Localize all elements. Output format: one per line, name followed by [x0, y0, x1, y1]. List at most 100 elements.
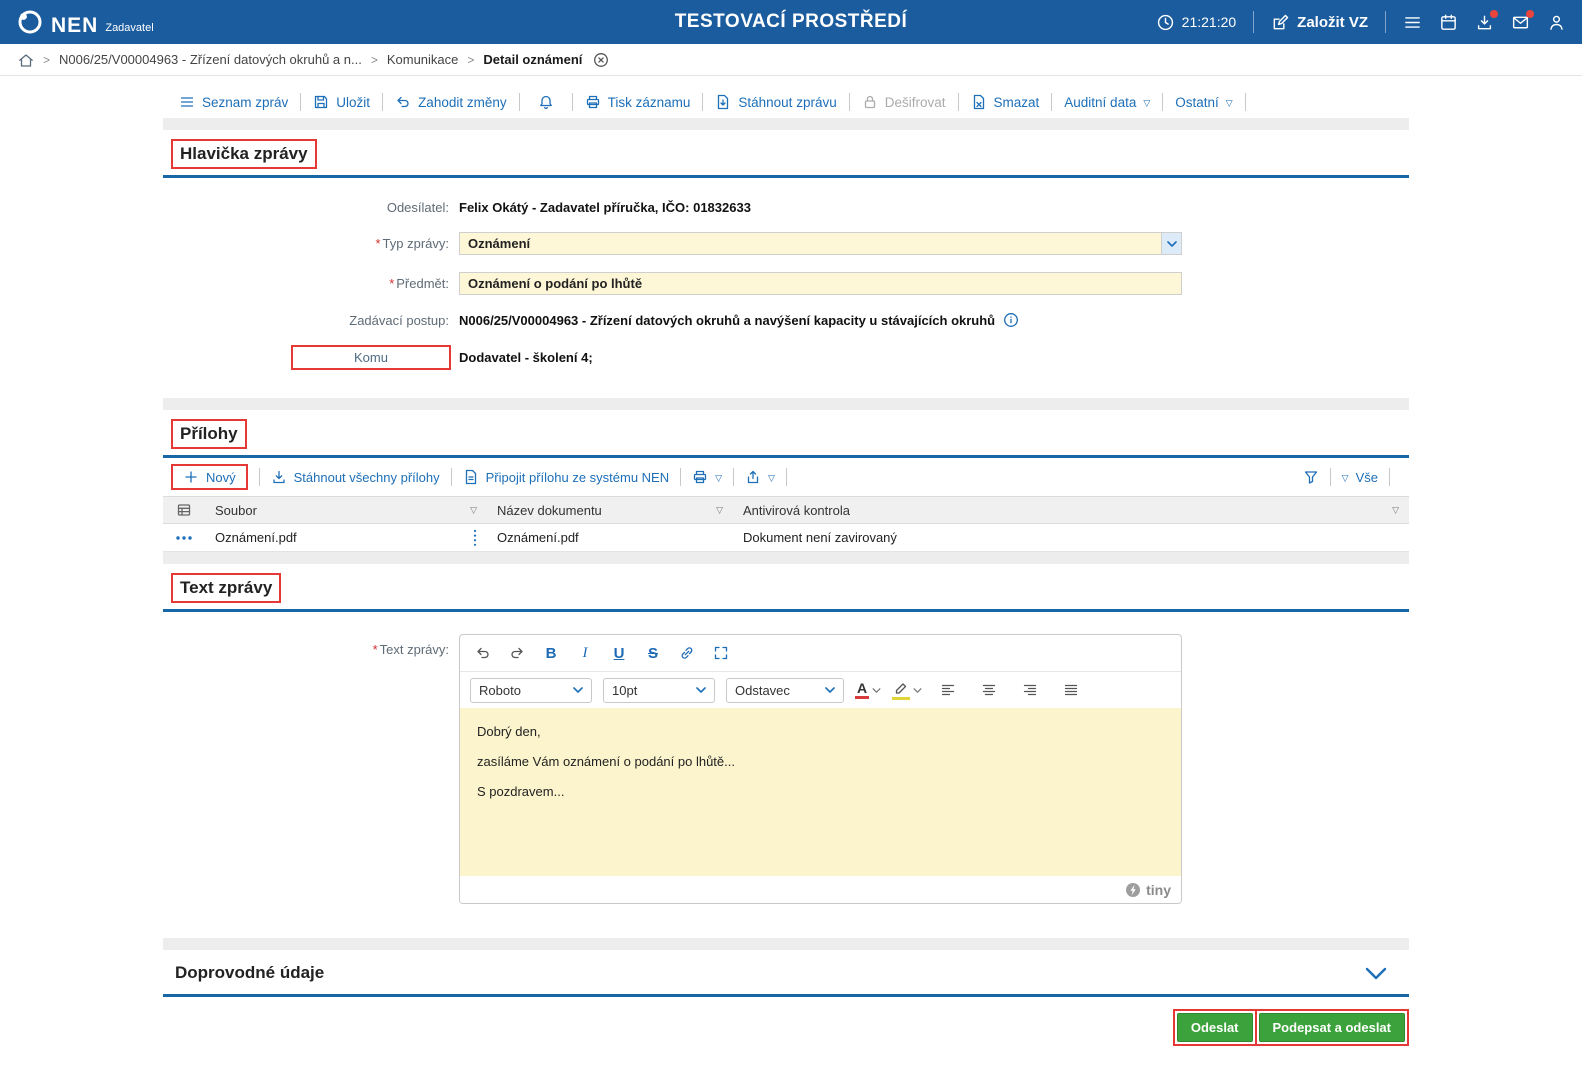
clock-icon: [1156, 13, 1175, 32]
toolbar-zahodit-zmeny-button[interactable]: Zahodit změny: [383, 94, 519, 110]
toolbar-notifications-button[interactable]: [520, 94, 572, 110]
print-attachments-button[interactable]: ▽: [692, 469, 722, 485]
required-mark: *: [372, 642, 378, 657]
breadcrumb-separator: >: [43, 52, 51, 67]
toolbar-seznam-zprav-button[interactable]: Seznam zpráv: [167, 94, 300, 110]
chevron-down-icon: ▽: [1225, 97, 1233, 108]
nen-logo-icon: [16, 8, 44, 36]
message-line: S pozdravem...: [477, 784, 565, 799]
column-settings-button[interactable]: [163, 496, 205, 524]
chevron-down-icon: ▽: [715, 472, 723, 483]
column-antivirova-kontrola[interactable]: Antivirová kontrola ▽: [733, 496, 1409, 524]
brand-subtitle: Zadavatel: [105, 22, 154, 35]
font-family-select[interactable]: Roboto: [470, 677, 592, 703]
plus-icon: [183, 469, 199, 485]
drag-handle-icon[interactable]: [473, 529, 477, 547]
padlock-icon: [862, 94, 878, 110]
breadcrumb-item-komunikace[interactable]: Komunikace: [387, 52, 459, 67]
typ-zpravy-select[interactable]: Oznámení: [459, 232, 1182, 255]
file-name: Oznámení.pdf: [215, 530, 297, 545]
annotation-box-podepsat: Podepsat a odeslat: [1254, 1009, 1409, 1046]
undo-button[interactable]: [468, 639, 498, 667]
downloads-button[interactable]: [1475, 9, 1498, 32]
bold-button[interactable]: B: [536, 639, 566, 667]
info-icon[interactable]: [1003, 312, 1019, 328]
export-attachments-button[interactable]: ▽: [745, 469, 775, 485]
home-icon: [18, 52, 34, 68]
section-prilohy: Přílohy Nový Stáhnout všechny přílohy Př…: [163, 410, 1409, 552]
podepsat-a-odeslat-button[interactable]: Podepsat a odeslat: [1258, 1013, 1405, 1042]
toolbar-stahnout-zpravu-button[interactable]: Stáhnout zprávu: [703, 94, 848, 110]
toolbar-smazat-button[interactable]: Smazat: [959, 94, 1052, 110]
attachments-toolbar: Nový Stáhnout všechny přílohy Připojit p…: [163, 458, 1409, 496]
profile-button[interactable]: [1547, 13, 1566, 32]
novy-button[interactable]: Nový: [171, 464, 248, 490]
printer-icon: [692, 469, 708, 485]
toolbar-tisk-zaznamu-button[interactable]: Tisk záznamu: [573, 94, 703, 110]
vse-filter-button[interactable]: ▽ Vše: [1342, 470, 1378, 485]
filter-chevron-icon[interactable]: ▽: [1392, 505, 1399, 516]
odeslat-button[interactable]: Odeslat: [1176, 1013, 1253, 1042]
chevron-down-icon: ▽: [1341, 472, 1349, 483]
hamburger-icon: [1403, 13, 1422, 32]
section-title-text-zpravy: Text zprávy: [180, 578, 273, 597]
predmet-label: * Předmět:: [389, 276, 449, 291]
align-left-button[interactable]: [933, 676, 963, 704]
predmet-input[interactable]: Oznámení o podání po lhůtě: [459, 272, 1182, 295]
font-size-select[interactable]: 10pt: [603, 677, 715, 703]
link-button[interactable]: [672, 639, 702, 667]
italic-button[interactable]: I: [570, 639, 600, 667]
brand: NEN Zadavatel: [16, 8, 154, 36]
strikethrough-button[interactable]: S: [638, 639, 668, 667]
stahnout-prilohy-button[interactable]: Stáhnout všechny přílohy: [271, 469, 440, 485]
redo-button[interactable]: [502, 639, 532, 667]
close-tab-button[interactable]: [593, 52, 609, 68]
top-bar: NEN Zadavatel TESTOVACÍ PROSTŘEDÍ 21:21:…: [0, 0, 1582, 44]
align-justify-button[interactable]: [1056, 676, 1086, 704]
row-menu-button[interactable]: [163, 523, 205, 552]
paragraph-select[interactable]: Odstavec: [726, 677, 844, 703]
message-line: Dobrý den,: [477, 724, 541, 739]
fullscreen-button[interactable]: [706, 639, 736, 667]
komu-button[interactable]: Komu: [291, 345, 451, 370]
message-text-area[interactable]: Dobrý den, zasíláme Vám oznámení o podán…: [460, 708, 1181, 876]
home-button[interactable]: [18, 52, 34, 68]
annotation-box-odeslat: Odeslat: [1172, 1009, 1257, 1046]
odesilatel-label: Odesílatel:: [386, 200, 449, 215]
filter-button[interactable]: [1303, 469, 1319, 485]
required-mark: *: [375, 236, 381, 251]
table-header-row: Soubor ▽ Název dokumentu ▽ Antivirová kont…: [163, 496, 1409, 524]
person-icon: [1547, 13, 1566, 32]
column-soubor[interactable]: Soubor ▽: [205, 496, 487, 524]
rich-text-editor: B I U S Roboto 10pt Odstavec A Dobrý den…: [459, 634, 1182, 904]
calendar-button[interactable]: [1439, 13, 1458, 32]
align-center-button[interactable]: [974, 676, 1004, 704]
toolbar-ulozit-button[interactable]: Uložit: [301, 94, 382, 110]
text-color-button[interactable]: A: [855, 681, 881, 699]
create-vz-button[interactable]: Založit VZ: [1271, 13, 1368, 32]
breadcrumb-item-vz[interactable]: N006/25/V00004963 - Zřízení datových okr…: [59, 52, 362, 67]
toolbar-ostatni-button[interactable]: Ostatní ▽: [1163, 95, 1244, 110]
typ-zpravy-label: * Typ zprávy:: [375, 236, 449, 251]
undo-icon: [395, 94, 411, 110]
current-time: 21:21:20: [1181, 14, 1237, 30]
editor-footer: tiny: [460, 876, 1181, 903]
filter-chevron-icon[interactable]: ▽: [716, 505, 723, 516]
toolbar-auditni-data-button[interactable]: Auditní data ▽: [1052, 95, 1162, 110]
attachments-table: Soubor ▽ Název dokumentu ▽ Antivirová kont…: [163, 496, 1409, 552]
filter-chevron-icon[interactable]: ▽: [470, 505, 477, 516]
menu-button[interactable]: [1403, 13, 1422, 32]
highlight-color-button[interactable]: [892, 680, 922, 700]
align-right-button[interactable]: [1015, 676, 1045, 704]
odesilatel-value: Felix Okátý - Zadavatel příručka, IČO: 0…: [459, 200, 751, 215]
record-toolbar: Seznam zpráv Uložit Zahodit změny Tisk z…: [163, 86, 1409, 118]
underline-button[interactable]: U: [604, 639, 634, 667]
zadavaci-postup-label: Zadávací postup:: [349, 312, 449, 328]
section-title-prilohy: Přílohy: [180, 424, 238, 443]
pripojit-prilohu-button[interactable]: Připojit přílohu ze systému NEN: [463, 469, 669, 485]
column-nazev-dokumentu[interactable]: Název dokumentu ▽: [487, 496, 733, 524]
expand-section-button[interactable]: [1365, 967, 1387, 980]
select-chevron-icon[interactable]: [1161, 233, 1181, 254]
messages-button[interactable]: [1511, 9, 1534, 32]
attachment-row[interactable]: Oznámení.pdf Oznámení.pdf Dokument není …: [163, 523, 1409, 552]
